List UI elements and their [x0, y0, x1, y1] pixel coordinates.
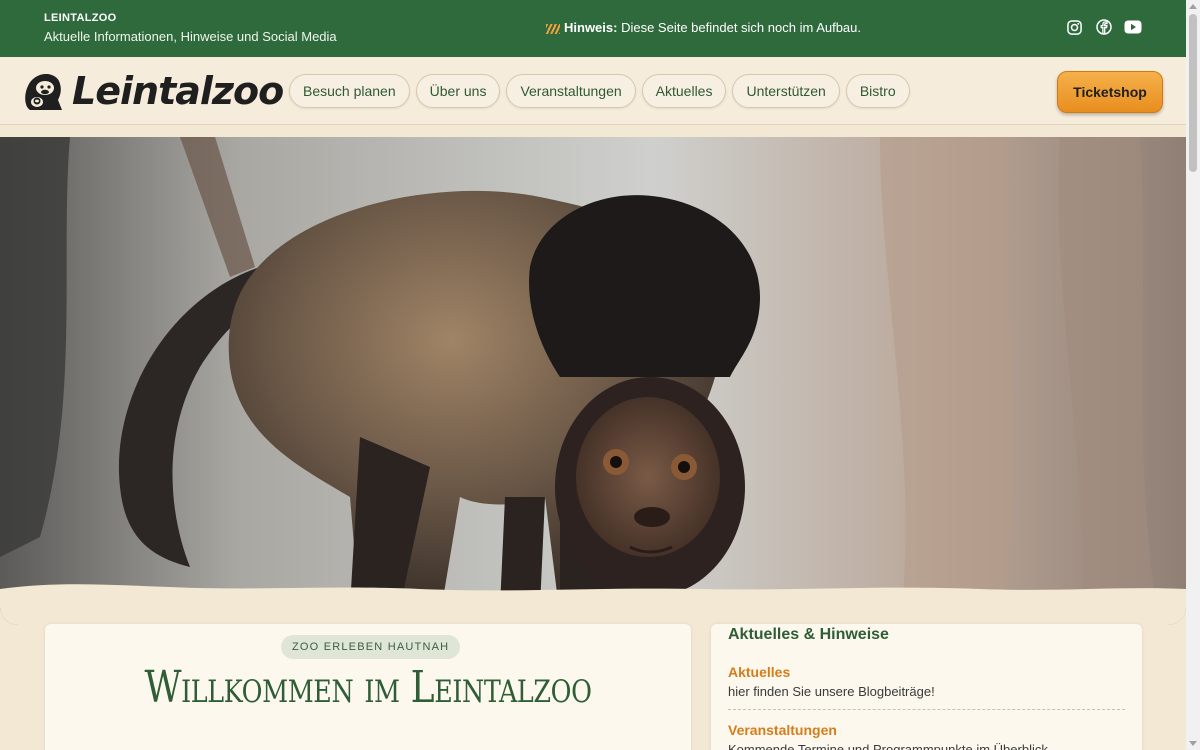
youtube-icon[interactable]: [1123, 17, 1143, 37]
news-card: Aktuelles & Hinweise Aktuelles hier find…: [711, 624, 1142, 750]
nav-bistro[interactable]: Bistro: [845, 74, 910, 108]
top-info-bar: LEINTALZOO Aktuelle Informationen, Hinwe…: [0, 0, 1186, 57]
nav-ueber-uns[interactable]: Über uns: [415, 74, 501, 108]
news-item-title[interactable]: Veranstaltungen: [728, 722, 1125, 738]
news-item-title[interactable]: Aktuelles: [728, 664, 1125, 680]
topbar-subtitle: Aktuelle Informationen, Hinweise und Soc…: [44, 29, 337, 44]
instagram-icon[interactable]: [1064, 17, 1084, 37]
news-item-text: hier finden Sie unsere Blogbeiträge!: [728, 684, 935, 699]
main-header: Leintalzoo Besuch planen Über uns Verans…: [0, 57, 1186, 125]
site-logo[interactable]: Leintalzoo: [22, 69, 284, 113]
scrollbar-thumb[interactable]: [1189, 14, 1197, 172]
logo-wordmark: Leintalzoo: [72, 69, 284, 113]
facebook-icon[interactable]: [1094, 17, 1114, 37]
nav-veranstaltungen[interactable]: Veranstaltungen: [506, 74, 636, 108]
eyebrow-badge: ZOO ERLEBEN HAUTNAH: [281, 635, 461, 659]
scroll-down-icon[interactable]: [1189, 741, 1197, 746]
page-title: Willkommen im Leintalzoo: [144, 662, 592, 713]
news-item[interactable]: Aktuelles hier finden Sie unsere Blogbei…: [728, 664, 1125, 710]
nav-unterstuetzen[interactable]: Unterstützen: [732, 74, 840, 108]
page-scrollbar[interactable]: [1186, 0, 1200, 750]
topbar-brand: LEINTALZOO: [44, 12, 117, 24]
capuchin-monkey-photo: [0, 137, 1186, 625]
nav-aktuelles[interactable]: Aktuelles: [641, 74, 727, 108]
scroll-up-icon[interactable]: [1189, 4, 1197, 9]
news-heading: Aktuelles & Hinweise: [728, 626, 889, 643]
nav-besuch-planen[interactable]: Besuch planen: [289, 74, 410, 108]
construction-notice: Hinweis: Diese Seite befindet sich noch …: [546, 20, 861, 35]
notice-text: Diese Seite befindet sich noch im Aufbau…: [617, 20, 862, 35]
main-navigation: Besuch planen Über uns Veranstaltungen A…: [289, 74, 910, 108]
news-item-text: Kommende Termine und Programmpunkte im Ü…: [728, 742, 1048, 750]
ticketshop-button[interactable]: Ticketshop: [1057, 71, 1163, 113]
welcome-card: ZOO ERLEBEN HAUTNAH Willkommen im Leinta…: [45, 624, 691, 750]
notice-label: Hinweis:: [564, 20, 618, 35]
warning-stripes-icon: [546, 23, 560, 34]
news-item[interactable]: Veranstaltungen Kommende Termine und Pro…: [728, 722, 1125, 750]
gorilla-logo-icon: [25, 74, 62, 110]
hero-image: [0, 137, 1186, 625]
